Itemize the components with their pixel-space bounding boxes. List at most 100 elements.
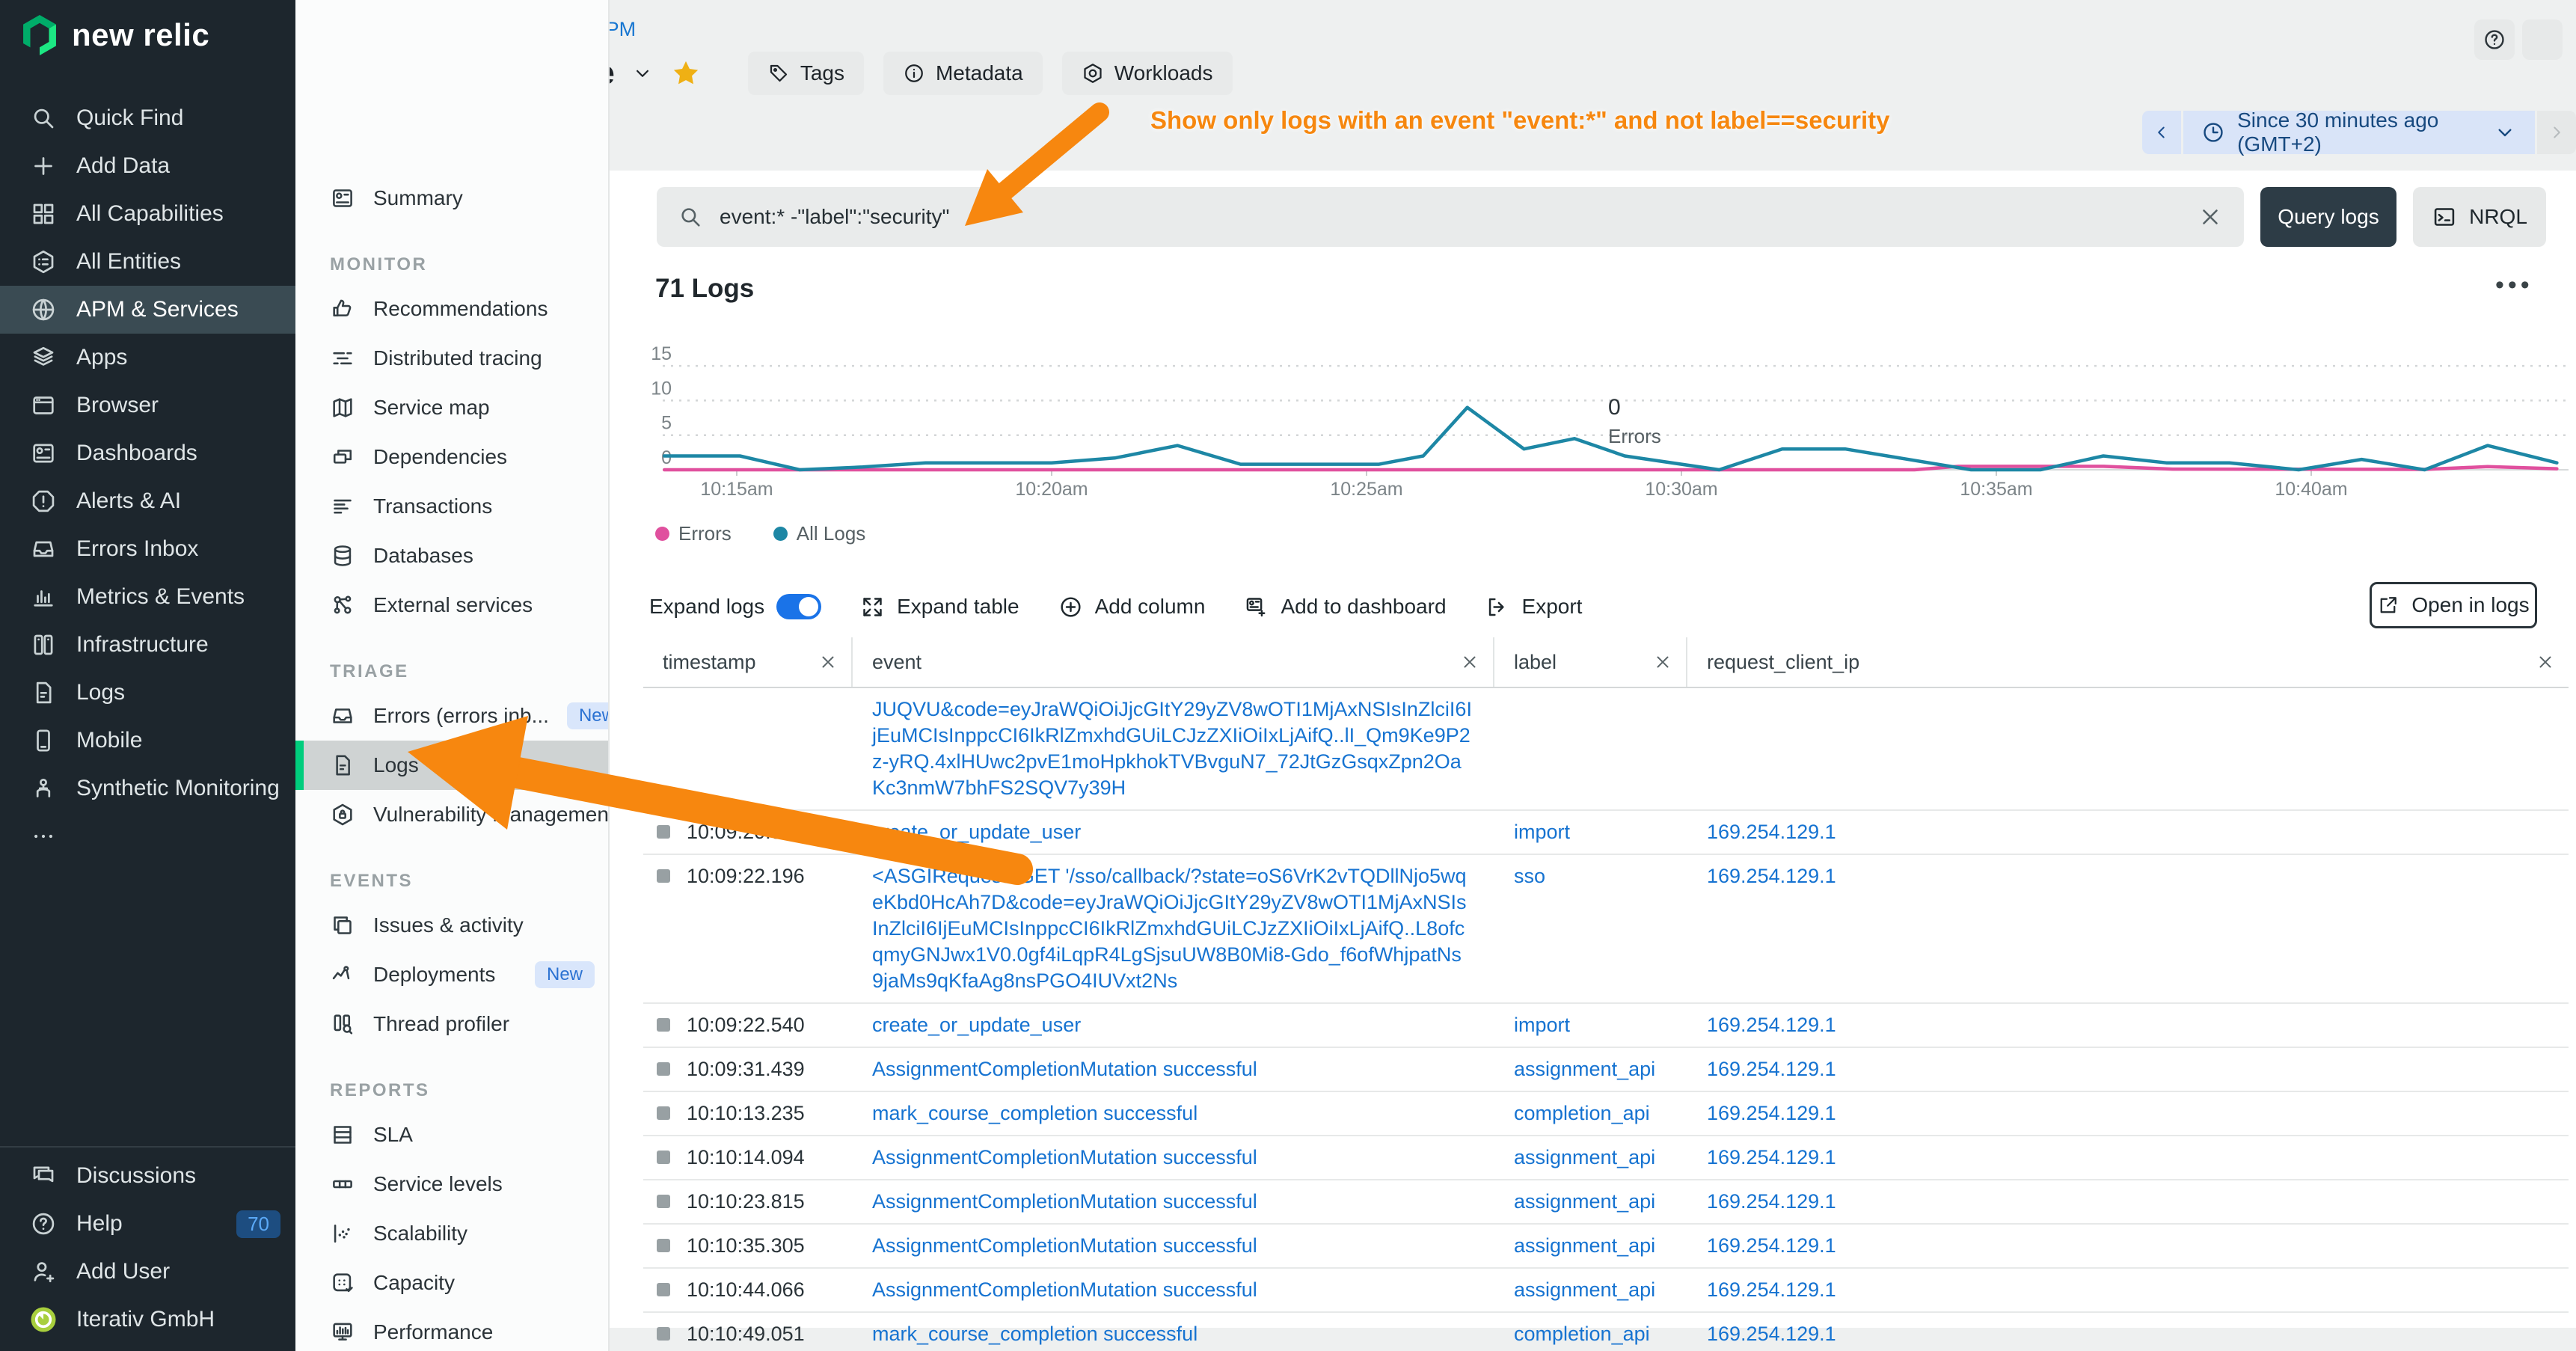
log-ip-link[interactable]: 169.254.129.1: [1707, 1146, 1836, 1168]
log-row[interactable]: 10:10:35.305AssignmentCompletionMutation…: [643, 1225, 2569, 1269]
clear-search-icon[interactable]: [2198, 204, 2223, 230]
time-forward-button[interactable]: [2537, 111, 2576, 154]
expand-table-button[interactable]: Expand table: [860, 595, 1019, 619]
log-ip-link[interactable]: 169.254.129.1: [1707, 1190, 1836, 1213]
log-ip-link[interactable]: 169.254.129.1: [1707, 1058, 1836, 1080]
log-label-link[interactable]: completion_api: [1514, 1323, 1650, 1345]
log-event-link[interactable]: JUQVU&code=eyJraWQiOiJjcGItY29yZV8wOTI1M…: [872, 698, 1472, 799]
log-event-link[interactable]: <ASGIRequest: GET '/sso/callback/?state=…: [872, 865, 1467, 992]
log-event-link[interactable]: AssignmentCompletionMutation successful: [872, 1146, 1257, 1168]
column-header-label[interactable]: label: [1494, 637, 1687, 687]
log-row[interactable]: 10:10:49.051mark_course_completion succe…: [643, 1313, 2569, 1351]
column-header-event[interactable]: event: [853, 637, 1494, 687]
metadata-button[interactable]: Metadata: [883, 52, 1043, 95]
workloads-button[interactable]: Workloads: [1062, 52, 1233, 95]
subnav-item-sla[interactable]: SLA: [295, 1110, 608, 1159]
log-label-link[interactable]: import: [1514, 821, 1570, 843]
log-row[interactable]: 10:10:23.815AssignmentCompletionMutation…: [643, 1180, 2569, 1225]
add-to-dashboard-button[interactable]: Add to dashboard: [1244, 595, 1446, 619]
subnav-item-thread-profiler[interactable]: Thread profiler: [295, 999, 608, 1049]
log-label-link[interactable]: import: [1514, 1014, 1570, 1036]
panel-menu-dots[interactable]: •••: [2495, 271, 2533, 300]
subnav-item-distributed-tracing[interactable]: Distributed tracing: [295, 334, 608, 383]
nrql-button[interactable]: NRQL: [2413, 187, 2546, 247]
subnav-item-capacity[interactable]: Capacity: [295, 1258, 608, 1308]
copy-link-button[interactable]: [2522, 19, 2563, 60]
add-column-button[interactable]: Add column: [1058, 595, 1206, 619]
sidebar-item-errors-inbox[interactable]: Errors Inbox: [0, 525, 295, 573]
sidebar-item-dashboards[interactable]: Dashboards: [0, 429, 295, 477]
sidebar-item-apm-services[interactable]: APM & Services: [0, 286, 295, 334]
log-event-link[interactable]: AssignmentCompletionMutation successful: [872, 1190, 1257, 1213]
sidebar-item-logs[interactable]: Logs: [0, 669, 295, 717]
log-row[interactable]: JUQVU&code=eyJraWQiOiJjcGItY29yZV8wOTI1M…: [643, 688, 2569, 811]
sidebar-item-synthetic-monitoring[interactable]: Synthetic Monitoring: [0, 765, 295, 812]
legend-item-all-logs[interactable]: All Logs: [773, 522, 866, 545]
logs-timeseries-chart[interactable]: 05101510:15am10:20am10:25am10:30am10:35a…: [643, 338, 2569, 518]
log-label-link[interactable]: assignment_api: [1514, 1058, 1655, 1080]
log-row[interactable]: 10:09:20.895create_or_update_userimport1…: [643, 811, 2569, 855]
sidebar-item-discussions[interactable]: Discussions: [0, 1152, 295, 1200]
subnav-item-service-levels[interactable]: Service levels: [295, 1159, 608, 1209]
log-label-link[interactable]: completion_api: [1514, 1102, 1650, 1124]
subnav-item-service-map[interactable]: Service map: [295, 383, 608, 432]
sidebar-item-metrics-events[interactable]: Metrics & Events: [0, 573, 295, 621]
subnav-item-summary[interactable]: Summary: [295, 174, 608, 223]
subnav-item-transactions[interactable]: Transactions: [295, 482, 608, 531]
subnav-item-issues-activity[interactable]: Issues & activity: [295, 901, 608, 950]
sidebar-item-quick-find[interactable]: Quick Find: [0, 94, 295, 142]
log-label-link[interactable]: assignment_api: [1514, 1278, 1655, 1301]
sidebar-item-more[interactable]: [0, 812, 295, 860]
favorite-star-icon[interactable]: [670, 58, 702, 89]
column-close-timestamp[interactable]: [818, 652, 838, 672]
log-ip-link[interactable]: 169.254.129.1: [1707, 1014, 1836, 1036]
log-row[interactable]: 10:09:22.540create_or_update_userimport1…: [643, 1004, 2569, 1048]
legend-item-errors[interactable]: Errors: [655, 522, 732, 545]
sidebar-item-iterativ-gmbh[interactable]: Iterativ GmbH: [0, 1296, 295, 1344]
log-label-link[interactable]: assignment_api: [1514, 1234, 1655, 1257]
subnav-item-external-services[interactable]: External services: [295, 580, 608, 630]
log-event-link[interactable]: create_or_update_user: [872, 1014, 1081, 1036]
column-close-label[interactable]: [1653, 652, 1672, 672]
log-ip-link[interactable]: 169.254.129.1: [1707, 821, 1836, 843]
log-ip-link[interactable]: 169.254.129.1: [1707, 1102, 1836, 1124]
sidebar-item-add-user[interactable]: Add User: [0, 1248, 295, 1296]
subnav-item-databases[interactable]: Databases: [295, 531, 608, 580]
tags-button[interactable]: Tags: [748, 52, 864, 95]
subnav-item-deployments[interactable]: DeploymentsNew: [295, 950, 608, 999]
sidebar-item-infrastructure[interactable]: Infrastructure: [0, 621, 295, 669]
log-event-link[interactable]: AssignmentCompletionMutation successful: [872, 1234, 1257, 1257]
log-search-bar[interactable]: event:* -"label":"security": [657, 187, 2244, 247]
sidebar-item-add-data[interactable]: Add Data: [0, 142, 295, 190]
log-row[interactable]: 10:09:22.196<ASGIRequest: GET '/sso/call…: [643, 855, 2569, 1004]
expand-logs-toggle[interactable]: [776, 594, 821, 619]
sidebar-item-alerts-ai[interactable]: Alerts & AI: [0, 477, 295, 525]
log-event-link[interactable]: AssignmentCompletionMutation successful: [872, 1278, 1257, 1301]
subnav-item-recommendations[interactable]: Recommendations: [295, 284, 608, 334]
column-header-request_client_ip[interactable]: request_client_ip: [1687, 637, 2569, 687]
sidebar-item-mobile[interactable]: Mobile: [0, 717, 295, 765]
help-button[interactable]: [2474, 19, 2515, 60]
log-event-link[interactable]: mark_course_completion successful: [872, 1102, 1197, 1124]
entity-chevron-down-icon[interactable]: [631, 62, 654, 85]
log-ip-link[interactable]: 169.254.129.1: [1707, 1323, 1836, 1345]
log-label-link[interactable]: sso: [1514, 865, 1545, 887]
log-event-link[interactable]: mark_course_completion successful: [872, 1323, 1197, 1345]
subnav-item-errors-errors-inb[interactable]: Errors (errors inb...New: [295, 691, 608, 741]
log-row[interactable]: 10:09:31.439AssignmentCompletionMutation…: [643, 1048, 2569, 1092]
new-relic-logo[interactable]: new relic: [19, 15, 209, 55]
time-back-button[interactable]: [2142, 111, 2181, 154]
export-button[interactable]: Export: [1485, 595, 1583, 619]
column-close-event[interactable]: [1460, 652, 1479, 672]
column-header-timestamp[interactable]: timestamp: [643, 637, 853, 687]
sidebar-item-help[interactable]: Help70: [0, 1200, 295, 1248]
sidebar-item-all-capabilities[interactable]: All Capabilities: [0, 190, 295, 238]
log-ip-link[interactable]: 169.254.129.1: [1707, 865, 1836, 887]
subnav-item-dependencies[interactable]: Dependencies: [295, 432, 608, 482]
subnav-item-performance[interactable]: Performance: [295, 1308, 608, 1351]
log-row[interactable]: 10:10:44.066AssignmentCompletionMutation…: [643, 1269, 2569, 1313]
sidebar-item-apps[interactable]: Apps: [0, 334, 295, 382]
sidebar-item-all-entities[interactable]: All Entities: [0, 238, 295, 286]
log-ip-link[interactable]: 169.254.129.1: [1707, 1234, 1836, 1257]
query-logs-button[interactable]: Query logs: [2260, 187, 2396, 247]
